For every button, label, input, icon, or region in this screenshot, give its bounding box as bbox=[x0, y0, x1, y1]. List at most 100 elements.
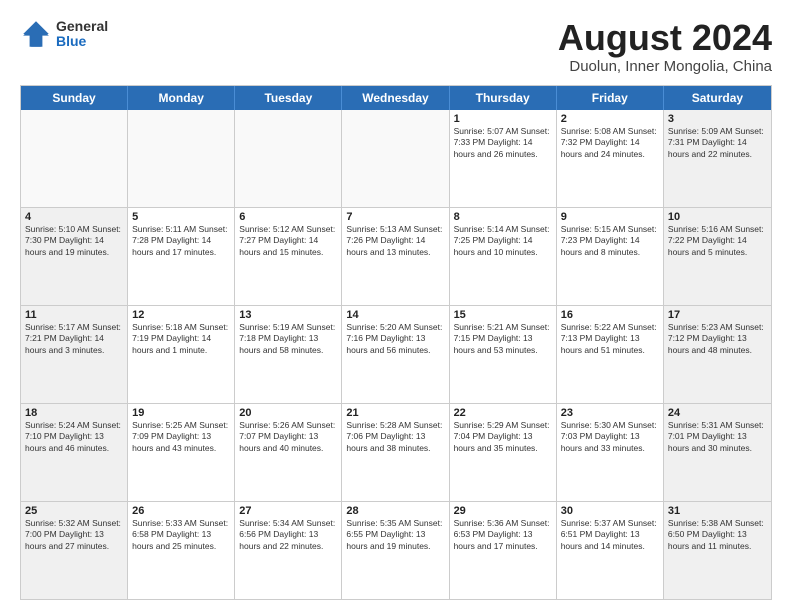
cal-week-4: 18Sunrise: 5:24 AM Sunset: 7:10 PM Dayli… bbox=[21, 404, 771, 502]
day-number: 6 bbox=[239, 211, 337, 223]
header: General Blue August 2024 Duolun, Inner M… bbox=[20, 18, 772, 75]
cal-cell-day-1: 1Sunrise: 5:07 AM Sunset: 7:33 PM Daylig… bbox=[450, 110, 557, 207]
cal-cell-day-4: 4Sunrise: 5:10 AM Sunset: 7:30 PM Daylig… bbox=[21, 208, 128, 305]
cell-text: Sunrise: 5:37 AM Sunset: 6:51 PM Dayligh… bbox=[561, 518, 659, 552]
day-number: 18 bbox=[25, 407, 123, 419]
cal-cell-day-14: 14Sunrise: 5:20 AM Sunset: 7:16 PM Dayli… bbox=[342, 306, 449, 403]
cal-cell-day-21: 21Sunrise: 5:28 AM Sunset: 7:06 PM Dayli… bbox=[342, 404, 449, 501]
logo-blue: Blue bbox=[56, 34, 108, 49]
day-number: 1 bbox=[454, 113, 552, 125]
cell-text: Sunrise: 5:32 AM Sunset: 7:00 PM Dayligh… bbox=[25, 518, 123, 552]
cell-text: Sunrise: 5:21 AM Sunset: 7:15 PM Dayligh… bbox=[454, 322, 552, 356]
cell-text: Sunrise: 5:12 AM Sunset: 7:27 PM Dayligh… bbox=[239, 224, 337, 258]
cell-text: Sunrise: 5:26 AM Sunset: 7:07 PM Dayligh… bbox=[239, 420, 337, 454]
cal-cell-day-8: 8Sunrise: 5:14 AM Sunset: 7:25 PM Daylig… bbox=[450, 208, 557, 305]
cal-cell-day-7: 7Sunrise: 5:13 AM Sunset: 7:26 PM Daylig… bbox=[342, 208, 449, 305]
cell-text: Sunrise: 5:08 AM Sunset: 7:32 PM Dayligh… bbox=[561, 126, 659, 160]
cell-text: Sunrise: 5:07 AM Sunset: 7:33 PM Dayligh… bbox=[454, 126, 552, 160]
cal-cell-day-15: 15Sunrise: 5:21 AM Sunset: 7:15 PM Dayli… bbox=[450, 306, 557, 403]
day-number: 19 bbox=[132, 407, 230, 419]
day-number: 2 bbox=[561, 113, 659, 125]
day-number: 8 bbox=[454, 211, 552, 223]
logo-general: General bbox=[56, 19, 108, 34]
day-number: 13 bbox=[239, 309, 337, 321]
cal-header-friday: Friday bbox=[557, 86, 664, 110]
day-number: 23 bbox=[561, 407, 659, 419]
day-number: 31 bbox=[668, 505, 767, 517]
cal-cell-empty bbox=[342, 110, 449, 207]
day-number: 20 bbox=[239, 407, 337, 419]
day-number: 21 bbox=[346, 407, 444, 419]
cell-text: Sunrise: 5:19 AM Sunset: 7:18 PM Dayligh… bbox=[239, 322, 337, 356]
cell-text: Sunrise: 5:34 AM Sunset: 6:56 PM Dayligh… bbox=[239, 518, 337, 552]
cal-cell-day-24: 24Sunrise: 5:31 AM Sunset: 7:01 PM Dayli… bbox=[664, 404, 771, 501]
cal-cell-day-20: 20Sunrise: 5:26 AM Sunset: 7:07 PM Dayli… bbox=[235, 404, 342, 501]
cell-text: Sunrise: 5:13 AM Sunset: 7:26 PM Dayligh… bbox=[346, 224, 444, 258]
cal-week-1: 1Sunrise: 5:07 AM Sunset: 7:33 PM Daylig… bbox=[21, 110, 771, 208]
cell-text: Sunrise: 5:31 AM Sunset: 7:01 PM Dayligh… bbox=[668, 420, 767, 454]
day-number: 14 bbox=[346, 309, 444, 321]
cal-cell-day-6: 6Sunrise: 5:12 AM Sunset: 7:27 PM Daylig… bbox=[235, 208, 342, 305]
cal-cell-day-13: 13Sunrise: 5:19 AM Sunset: 7:18 PM Dayli… bbox=[235, 306, 342, 403]
cal-header-sunday: Sunday bbox=[21, 86, 128, 110]
title-block: August 2024 Duolun, Inner Mongolia, Chin… bbox=[558, 18, 772, 75]
day-number: 30 bbox=[561, 505, 659, 517]
cal-cell-day-29: 29Sunrise: 5:36 AM Sunset: 6:53 PM Dayli… bbox=[450, 502, 557, 599]
day-number: 10 bbox=[668, 211, 767, 223]
cal-cell-day-18: 18Sunrise: 5:24 AM Sunset: 7:10 PM Dayli… bbox=[21, 404, 128, 501]
cell-text: Sunrise: 5:25 AM Sunset: 7:09 PM Dayligh… bbox=[132, 420, 230, 454]
day-number: 4 bbox=[25, 211, 123, 223]
cal-cell-day-19: 19Sunrise: 5:25 AM Sunset: 7:09 PM Dayli… bbox=[128, 404, 235, 501]
cal-cell-day-17: 17Sunrise: 5:23 AM Sunset: 7:12 PM Dayli… bbox=[664, 306, 771, 403]
cal-cell-day-31: 31Sunrise: 5:38 AM Sunset: 6:50 PM Dayli… bbox=[664, 502, 771, 599]
cell-text: Sunrise: 5:09 AM Sunset: 7:31 PM Dayligh… bbox=[668, 126, 767, 160]
cal-cell-empty bbox=[235, 110, 342, 207]
logo-text: General Blue bbox=[56, 19, 108, 50]
cell-text: Sunrise: 5:15 AM Sunset: 7:23 PM Dayligh… bbox=[561, 224, 659, 258]
cell-text: Sunrise: 5:35 AM Sunset: 6:55 PM Dayligh… bbox=[346, 518, 444, 552]
cal-cell-day-12: 12Sunrise: 5:18 AM Sunset: 7:19 PM Dayli… bbox=[128, 306, 235, 403]
day-number: 25 bbox=[25, 505, 123, 517]
cal-cell-day-22: 22Sunrise: 5:29 AM Sunset: 7:04 PM Dayli… bbox=[450, 404, 557, 501]
cal-cell-day-25: 25Sunrise: 5:32 AM Sunset: 7:00 PM Dayli… bbox=[21, 502, 128, 599]
day-number: 26 bbox=[132, 505, 230, 517]
cal-cell-day-28: 28Sunrise: 5:35 AM Sunset: 6:55 PM Dayli… bbox=[342, 502, 449, 599]
calendar-body: 1Sunrise: 5:07 AM Sunset: 7:33 PM Daylig… bbox=[21, 110, 771, 599]
cal-cell-empty bbox=[21, 110, 128, 207]
logo-icon bbox=[20, 18, 52, 50]
cell-text: Sunrise: 5:22 AM Sunset: 7:13 PM Dayligh… bbox=[561, 322, 659, 356]
cell-text: Sunrise: 5:30 AM Sunset: 7:03 PM Dayligh… bbox=[561, 420, 659, 454]
cell-text: Sunrise: 5:28 AM Sunset: 7:06 PM Dayligh… bbox=[346, 420, 444, 454]
day-number: 29 bbox=[454, 505, 552, 517]
day-number: 27 bbox=[239, 505, 337, 517]
cell-text: Sunrise: 5:33 AM Sunset: 6:58 PM Dayligh… bbox=[132, 518, 230, 552]
cell-text: Sunrise: 5:18 AM Sunset: 7:19 PM Dayligh… bbox=[132, 322, 230, 356]
day-number: 7 bbox=[346, 211, 444, 223]
day-number: 12 bbox=[132, 309, 230, 321]
day-number: 16 bbox=[561, 309, 659, 321]
cal-header-tuesday: Tuesday bbox=[235, 86, 342, 110]
cal-cell-empty bbox=[128, 110, 235, 207]
page-subtitle: Duolun, Inner Mongolia, China bbox=[558, 58, 772, 75]
cal-header-monday: Monday bbox=[128, 86, 235, 110]
cell-text: Sunrise: 5:14 AM Sunset: 7:25 PM Dayligh… bbox=[454, 224, 552, 258]
page: General Blue August 2024 Duolun, Inner M… bbox=[0, 0, 792, 612]
cal-cell-day-3: 3Sunrise: 5:09 AM Sunset: 7:31 PM Daylig… bbox=[664, 110, 771, 207]
day-number: 22 bbox=[454, 407, 552, 419]
cell-text: Sunrise: 5:16 AM Sunset: 7:22 PM Dayligh… bbox=[668, 224, 767, 258]
cal-cell-day-9: 9Sunrise: 5:15 AM Sunset: 7:23 PM Daylig… bbox=[557, 208, 664, 305]
day-number: 9 bbox=[561, 211, 659, 223]
cal-week-2: 4Sunrise: 5:10 AM Sunset: 7:30 PM Daylig… bbox=[21, 208, 771, 306]
cal-cell-day-27: 27Sunrise: 5:34 AM Sunset: 6:56 PM Dayli… bbox=[235, 502, 342, 599]
cal-cell-day-11: 11Sunrise: 5:17 AM Sunset: 7:21 PM Dayli… bbox=[21, 306, 128, 403]
cal-cell-day-2: 2Sunrise: 5:08 AM Sunset: 7:32 PM Daylig… bbox=[557, 110, 664, 207]
cal-cell-day-26: 26Sunrise: 5:33 AM Sunset: 6:58 PM Dayli… bbox=[128, 502, 235, 599]
day-number: 17 bbox=[668, 309, 767, 321]
day-number: 15 bbox=[454, 309, 552, 321]
cal-week-3: 11Sunrise: 5:17 AM Sunset: 7:21 PM Dayli… bbox=[21, 306, 771, 404]
cell-text: Sunrise: 5:38 AM Sunset: 6:50 PM Dayligh… bbox=[668, 518, 767, 552]
logo: General Blue bbox=[20, 18, 108, 50]
cell-text: Sunrise: 5:23 AM Sunset: 7:12 PM Dayligh… bbox=[668, 322, 767, 356]
day-number: 24 bbox=[668, 407, 767, 419]
calendar: SundayMondayTuesdayWednesdayThursdayFrid… bbox=[20, 85, 772, 600]
